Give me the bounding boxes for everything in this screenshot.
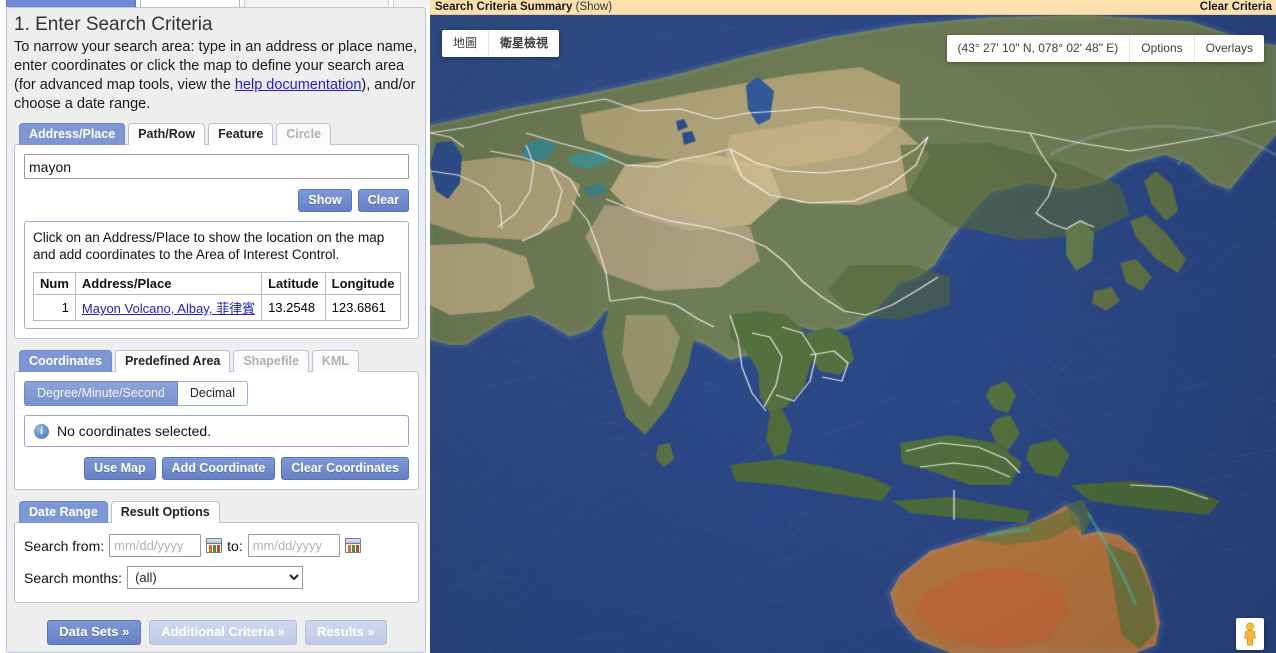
add-coordinate-button[interactable]: Add Coordinate <box>162 457 276 480</box>
toggle-decimal[interactable]: Decimal <box>178 381 248 406</box>
table-row[interactable]: 1 Mayon Volcano, Albay, 菲律賓 13.2548 123.… <box>34 295 401 321</box>
tab-result-options[interactable]: Result Options <box>111 501 220 523</box>
search-to-label: to: <box>227 538 243 554</box>
criteria-description: To narrow your search area: type in an a… <box>7 38 425 114</box>
show-button[interactable]: Show <box>298 189 351 212</box>
summary-show-link[interactable]: (Show) <box>576 1 612 13</box>
search-from-label: Search from: <box>24 538 104 554</box>
results-next-button[interactable]: Results » <box>305 620 387 645</box>
earthexplorer-page: Search Criteria Data Sets Additional Cri… <box>0 0 1276 653</box>
tab-kml[interactable]: KML <box>312 350 359 372</box>
use-map-button[interactable]: Use Map <box>84 457 155 480</box>
summary-title: Search Criteria Summary <box>435 1 572 13</box>
coordinates-button-row: Use Map Add Coordinate Clear Coordinates <box>24 457 409 480</box>
date-to-input[interactable] <box>248 534 340 557</box>
coordinates-status-text: No coordinates selected. <box>57 423 211 439</box>
search-criteria-panel: Search Criteria Data Sets Additional Cri… <box>0 0 430 653</box>
search-months-row: Search months: (all) <box>24 566 409 589</box>
search-months-select[interactable]: (all) <box>127 566 303 589</box>
coordinates-tabset: Coordinates Predefined Area Shapefile KM… <box>14 350 419 490</box>
col-longitude: Longitude <box>325 273 401 295</box>
date-from-row: Search from: to: <box>24 534 409 557</box>
info-icon: i <box>34 424 49 439</box>
tab-path-row[interactable]: Path/Row <box>128 123 205 145</box>
date-range-tabset: Date Range Result Options Search from: t… <box>14 501 419 603</box>
map-type-roadmap-button[interactable]: 地圖 <box>442 30 488 57</box>
coordinate-readout: (43° 27' 10" N, 078° 02' 48" E) <box>947 35 1130 62</box>
page-title: 1. Enter Search Criteria <box>7 8 425 38</box>
help-documentation-link[interactable]: help documentation <box>235 77 362 93</box>
address-place-link[interactable]: Mayon Volcano, Albay, 菲律賓 <box>82 301 255 316</box>
coordinates-status-box: i No coordinates selected. <box>24 415 409 447</box>
additional-criteria-next-button[interactable]: Additional Criteria » <box>149 620 297 645</box>
address-place-tabrow: Address/Place Path/Row Feature Circle <box>14 123 419 145</box>
address-results-box: Click on an Address/Place to show the lo… <box>24 221 409 329</box>
address-place-panel: Show Clear Click on an Address/Place to … <box>14 144 419 339</box>
cell-num: 1 <box>34 295 76 321</box>
summary-left: Search Criteria Summary (Show) <box>435 1 612 13</box>
clear-criteria-link[interactable]: Clear Criteria <box>1200 1 1272 13</box>
map-overlays-button[interactable]: Overlays <box>1194 35 1264 62</box>
calendar-icon-to[interactable] <box>345 538 361 553</box>
coordinates-tabrow: Coordinates Predefined Area Shapefile KM… <box>14 350 419 372</box>
search-months-label: Search months: <box>24 570 122 586</box>
tab-shapefile[interactable]: Shapefile <box>233 350 309 372</box>
toggle-degree-minute-second[interactable]: Degree/Minute/Second <box>24 381 178 406</box>
map-options-button[interactable]: Options <box>1129 35 1193 62</box>
col-latitude: Latitude <box>262 273 326 295</box>
clear-coordinates-button[interactable]: Clear Coordinates <box>281 457 409 480</box>
cell-address-place: Mayon Volcano, Albay, 菲律賓 <box>75 295 261 321</box>
tab-feature[interactable]: Feature <box>208 123 273 145</box>
address-place-search-input[interactable] <box>24 154 409 179</box>
street-view-pegman-icon[interactable] <box>1236 618 1264 650</box>
date-range-panel: Search from: to: Search months: (all) <box>14 522 419 603</box>
search-criteria-summary-bar: Search Criteria Summary (Show) Clear Cri… <box>430 0 1276 15</box>
clear-button[interactable]: Clear <box>358 189 409 212</box>
main-tab-results[interactable]: Results <box>393 0 430 7</box>
main-tab-additional-criteria[interactable]: Additional Criteria <box>244 0 389 7</box>
map-type-satellite-button[interactable]: 衛星檢視 <box>488 30 559 57</box>
main-tab-strip: Search Criteria Data Sets Additional Cri… <box>0 0 430 7</box>
coordinate-format-toggle: Degree/Minute/Second Decimal <box>24 381 248 406</box>
table-header-row: Num Address/Place Latitude Longitude <box>34 273 401 295</box>
tab-circle[interactable]: Circle <box>276 123 331 145</box>
map-top-right-control: (43° 27' 10" N, 078° 02' 48" E) Options … <box>947 35 1265 62</box>
address-search-button-row: Show Clear <box>24 189 409 212</box>
date-from-input[interactable] <box>109 534 201 557</box>
criteria-card: 1. Enter Search Criteria To narrow your … <box>6 7 426 653</box>
tab-address-place[interactable]: Address/Place <box>19 123 125 145</box>
wizard-nav-buttons: Data Sets » Additional Criteria » Result… <box>7 620 427 645</box>
data-sets-next-button[interactable]: Data Sets » <box>47 620 141 645</box>
address-place-tabset: Address/Place Path/Row Feature Circle Sh… <box>14 123 419 339</box>
cell-longitude: 123.6861 <box>325 295 401 321</box>
satellite-map[interactable]: 地圖 衛星檢視 (43° 27' 10" N, 078° 02' 48" E) … <box>430 15 1276 653</box>
calendar-icon-from[interactable] <box>206 538 222 553</box>
map-canvas[interactable] <box>430 15 1276 653</box>
col-num: Num <box>34 273 76 295</box>
col-address-place: Address/Place <box>75 273 261 295</box>
coordinates-panel: Degree/Minute/Second Decimal i No coordi… <box>14 371 419 490</box>
tab-date-range[interactable]: Date Range <box>19 501 108 523</box>
cell-latitude: 13.2548 <box>262 295 326 321</box>
main-tab-search-criteria[interactable]: Search Criteria <box>6 0 136 7</box>
tab-coordinates[interactable]: Coordinates <box>19 350 112 372</box>
date-range-tabrow: Date Range Result Options <box>14 501 419 523</box>
map-type-control: 地圖 衛星檢視 <box>442 30 559 57</box>
map-side: Search Criteria Summary (Show) Clear Cri… <box>430 0 1276 653</box>
main-tab-data-sets[interactable]: Data Sets <box>140 0 240 7</box>
tab-predefined-area[interactable]: Predefined Area <box>115 350 230 372</box>
address-results-table: Num Address/Place Latitude Longitude 1 M… <box>33 272 401 321</box>
address-results-help: Click on an Address/Place to show the lo… <box>33 229 400 263</box>
